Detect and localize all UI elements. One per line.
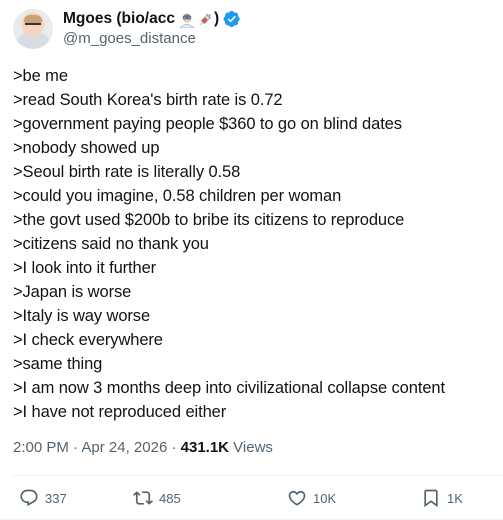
views-label: Views	[229, 439, 273, 456]
views-count[interactable]: 431.1K	[181, 439, 229, 456]
like-count: 10K	[313, 490, 337, 506]
tweet-line: >I check everywhere	[13, 331, 163, 349]
author-name-row[interactable]: Mgoes (bio/acc )	[63, 8, 241, 30]
tweet-line: >nobody showed up	[13, 139, 160, 157]
heart-icon	[288, 490, 306, 506]
bookmark-button[interactable]: 1K	[421, 488, 463, 508]
tweet-line: >could you imagine, 0.58 children per wo…	[13, 187, 342, 205]
tweet-line: >citizens said no thank you	[13, 235, 209, 253]
bookmark-count: 1K	[447, 490, 463, 506]
tweet-meta: 2:00 PM · Apr 24, 2026 · 431.1K Views	[13, 439, 273, 456]
tweet-line: >same thing	[13, 355, 103, 373]
tweet-line: >Japan is worse	[13, 283, 132, 301]
tweet-line: >be me	[13, 67, 68, 85]
repost-button[interactable]: 485	[133, 488, 181, 508]
author-handle[interactable]: @m_goes_distance	[63, 30, 196, 47]
bookmark-icon	[424, 489, 438, 508]
display-name-close: )	[213, 10, 220, 27]
avatar[interactable]	[13, 9, 53, 49]
verified-badge-icon[interactable]	[223, 10, 241, 28]
tweet-line: >Seoul birth rate is literally 0.58	[13, 163, 241, 181]
post-time[interactable]: 2:00 PM	[13, 439, 69, 456]
repost-count: 485	[159, 490, 181, 506]
reply-count: 337	[45, 490, 67, 506]
repost-icon	[133, 491, 153, 505]
tweet-line: >I am now 3 months deep into civilizatio…	[13, 379, 445, 397]
tweet-line: >the govt used $200b to bribe its citize…	[13, 211, 405, 229]
reply-button[interactable]: 337	[19, 488, 67, 508]
action-bar: 337 485 10K 1K	[0, 488, 503, 514]
tweet-line: >government paying people $360 to go on …	[13, 115, 402, 133]
tweet-text: >be me >read South Korea's birth rate is…	[13, 64, 493, 424]
meta-separator: ·	[167, 439, 181, 456]
post-date[interactable]: Apr 24, 2026	[81, 439, 167, 456]
tweet-line: >I look into it further	[13, 259, 157, 277]
tweet-line: >read South Korea's birth rate is 0.72	[13, 91, 283, 109]
divider	[13, 475, 503, 476]
like-button[interactable]: 10K	[287, 488, 336, 508]
meta-separator: ·	[68, 439, 82, 456]
display-name[interactable]: Mgoes (bio/acc	[63, 10, 175, 28]
tweet: Mgoes (bio/acc ) @m_goes_distance >be me	[0, 0, 503, 520]
tweet-line: >I have not reproduced either	[13, 403, 227, 421]
scientist-emoji-icon	[179, 13, 195, 28]
reply-icon	[20, 489, 38, 507]
syringe-emoji-icon	[199, 13, 212, 26]
tweet-line: >Italy is way worse	[13, 307, 151, 325]
